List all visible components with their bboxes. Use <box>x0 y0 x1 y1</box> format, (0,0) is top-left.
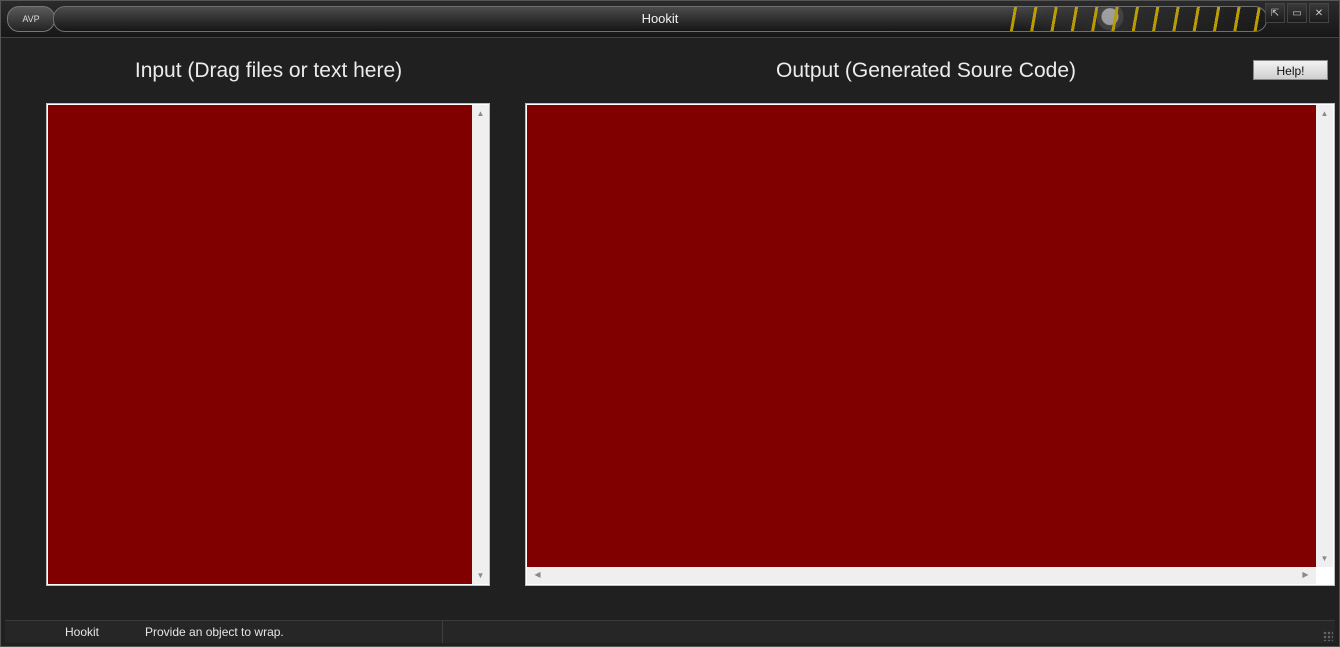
minimize-button[interactable]: ⇱ <box>1265 3 1285 23</box>
maximize-icon: ▭ <box>1292 8 1302 19</box>
scroll-down-icon[interactable]: ▼ <box>472 571 489 580</box>
window-title: Hookit <box>641 11 679 26</box>
output-textarea[interactable] <box>527 105 1316 567</box>
title-pill: Hookit <box>53 6 1267 32</box>
scroll-left-icon[interactable]: ◀ <box>529 570 546 579</box>
scroll-right-icon[interactable]: ▶ <box>1297 570 1314 579</box>
title-bar[interactable]: AVP Hookit ⇱ ▭ ✕ <box>1 1 1339 38</box>
status-app-name: Hookit <box>65 625 100 639</box>
app-menu-button[interactable]: AVP <box>7 6 55 32</box>
input-vertical-scrollbar[interactable]: ▲ ▼ <box>472 105 489 584</box>
resize-grip-icon[interactable] <box>1323 631 1333 641</box>
app-window: AVP Hookit ⇱ ▭ ✕ Input (Drag files or te… <box>0 0 1340 647</box>
close-button[interactable]: ✕ <box>1309 3 1329 23</box>
status-bar: Hookit Provide an object to wrap. <box>5 620 1335 643</box>
output-horizontal-scrollbar[interactable]: ◀ ▶ <box>527 567 1316 584</box>
maximize-button[interactable]: ▭ <box>1287 3 1307 23</box>
output-heading: Output (Generated Soure Code) <box>775 59 1076 82</box>
scroll-down-icon[interactable]: ▼ <box>1316 554 1333 563</box>
status-message: Provide an object to wrap. <box>145 625 284 639</box>
output-vertical-scrollbar[interactable]: ▲ ▼ <box>1316 105 1333 567</box>
status-divider <box>442 621 443 643</box>
input-textarea[interactable] <box>48 105 472 584</box>
minimize-icon: ⇱ <box>1270 8 1280 19</box>
scroll-up-icon[interactable]: ▲ <box>472 109 489 118</box>
scroll-up-icon[interactable]: ▲ <box>1316 109 1333 118</box>
close-icon: ✕ <box>1314 8 1324 19</box>
help-button[interactable]: Help! <box>1253 60 1328 80</box>
input-panel: ▲ ▼ <box>46 103 490 586</box>
output-panel: ▲ ▼ ◀ ▶ <box>525 103 1335 586</box>
input-heading: Input (Drag files or text here) <box>134 59 403 82</box>
